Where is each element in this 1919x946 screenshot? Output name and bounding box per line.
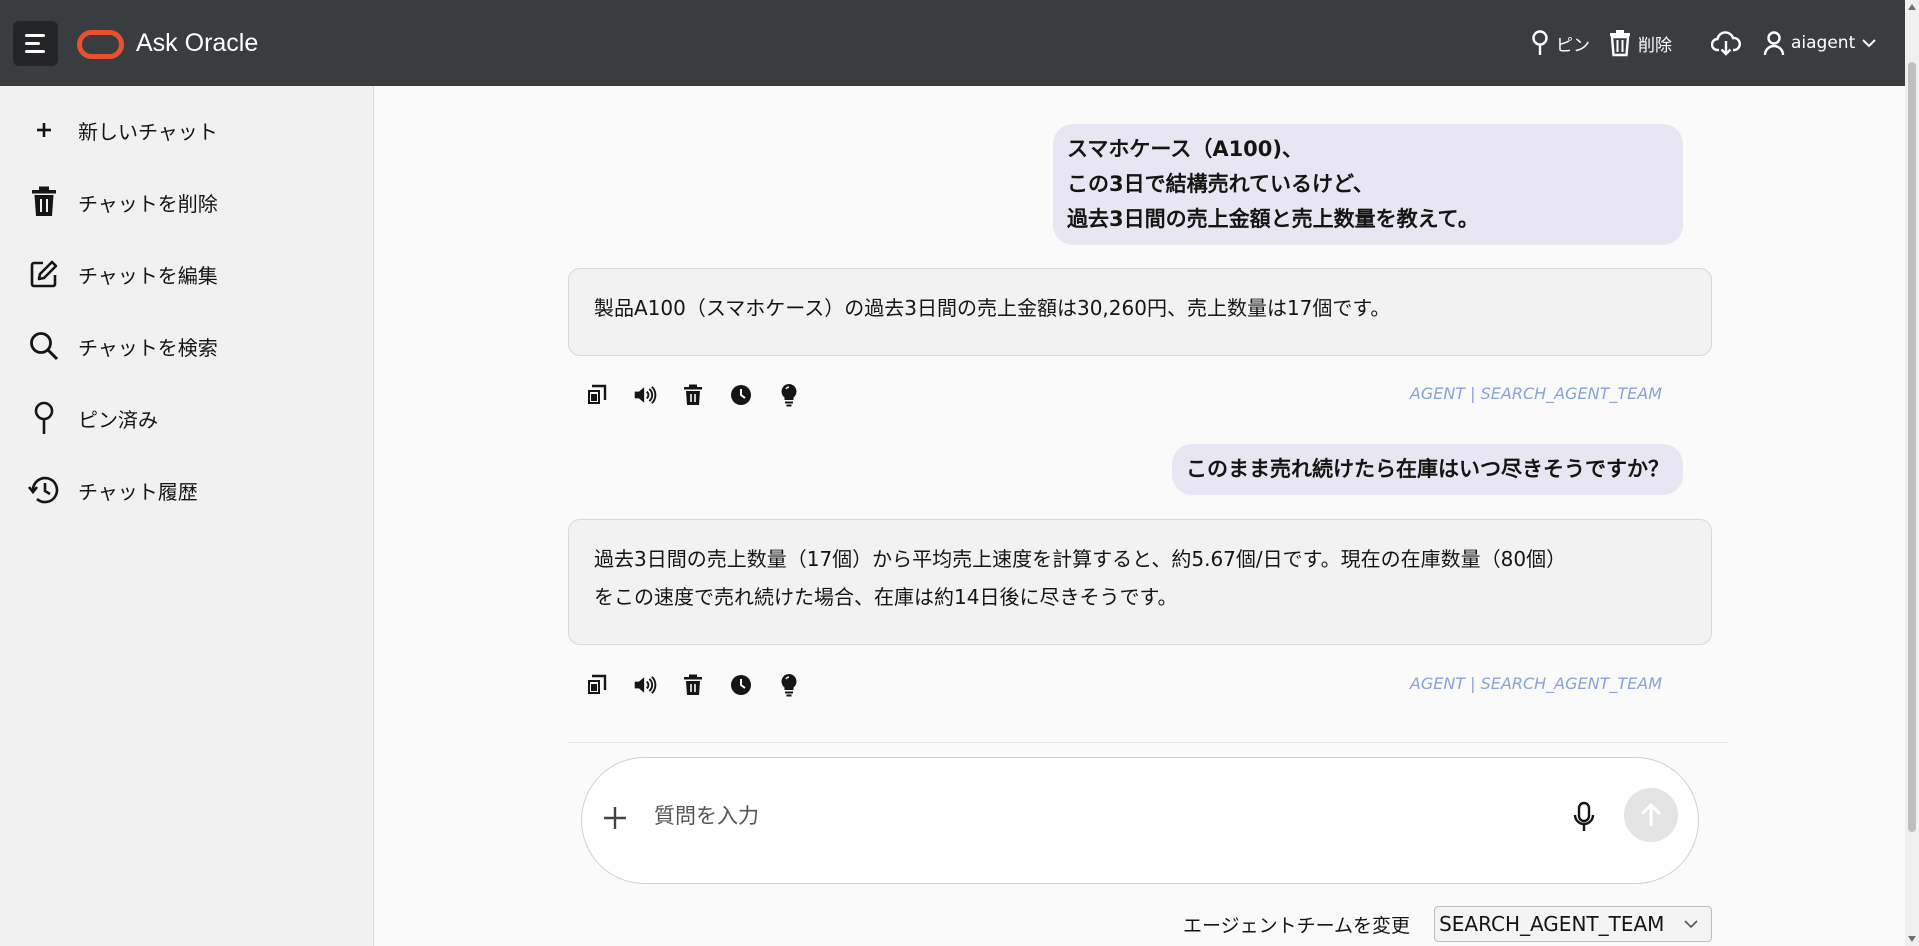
copy-icon[interactable] [585, 383, 609, 407]
sidebar-item-label: チャット履歴 [78, 479, 198, 504]
lightbulb-icon[interactable] [777, 383, 801, 407]
trash-icon[interactable] [681, 383, 705, 407]
trash-icon [26, 184, 62, 220]
message-line: 過去3日間の売上数量（17個）から平均売上速度を計算すると、約5.67個/日です… [594, 547, 1567, 571]
message-line: 過去3日間の売上金額と売上数量を教えて。 [1067, 207, 1479, 231]
message-composer [581, 757, 1699, 884]
chevron-down-icon [1862, 39, 1876, 48]
arrow-up-icon [1640, 802, 1662, 826]
scroll-up-arrow-icon[interactable] [1908, 4, 1916, 10]
user-icon [1763, 31, 1785, 56]
message-line: この3日で結構売れているけど、 [1067, 172, 1374, 196]
sidebar-item-label: チャットを検索 [78, 335, 218, 360]
user-menu[interactable]: aiagent [1763, 28, 1877, 58]
agent-team-selected: SEARCH_AGENT_TEAM [1439, 912, 1665, 936]
chevron-down-icon [1684, 920, 1698, 929]
microphone-icon[interactable] [1569, 800, 1599, 834]
agent-team-label: エージェントチームを変更 [1183, 914, 1411, 937]
sidebar-item-search-chat[interactable]: チャットを検索 [26, 324, 218, 368]
user-message: スマホケース（A100)、 この3日で結構売れているけど、 過去3日間の売上金額… [1053, 124, 1683, 245]
agent-message: 製品A100（スマホケース）の過去3日間の売上金額は30,260円、売上数量は1… [568, 268, 1712, 356]
delete-button[interactable]: 削除 [1608, 28, 1672, 58]
speaker-icon[interactable] [633, 383, 657, 407]
scroll-down-arrow-icon[interactable] [1908, 936, 1916, 942]
agent-team-tag: AGENT | SEARCH_AGENT_TEAM [1409, 384, 1662, 403]
message-line: をこの速度で売れ続けた場合、在庫は約14日後に尽きそうです。 [594, 585, 1178, 609]
pin-icon [1532, 30, 1548, 55]
chat-area: スマホケース（A100)、 この3日で結構売れているけど、 過去3日間の売上金額… [375, 86, 1905, 946]
message-toolbar [585, 670, 801, 700]
message-line: スマホケース（A100)、 [1067, 137, 1304, 161]
app-title: Ask Oracle [136, 29, 259, 57]
speaker-icon[interactable] [633, 673, 657, 697]
sidebar-item-label: チャットを削除 [78, 191, 218, 216]
copy-icon[interactable] [585, 673, 609, 697]
pin-label: ピン [1556, 35, 1590, 56]
sidebar-item-delete-chat[interactable]: チャットを削除 [26, 180, 218, 224]
pin-button[interactable]: ピン [1530, 28, 1590, 58]
menu-toggle-button[interactable] [13, 21, 58, 66]
sidebar-item-pinned[interactable]: ピン済み [26, 396, 158, 440]
agent-team-tag: AGENT | SEARCH_AGENT_TEAM [1409, 674, 1662, 693]
oracle-logo [77, 30, 124, 59]
sidebar-item-history[interactable]: チャット履歴 [26, 468, 198, 512]
agent-team-select[interactable]: SEARCH_AGENT_TEAM [1434, 906, 1713, 942]
clock-icon[interactable] [729, 383, 753, 407]
sidebar-item-edit-chat[interactable]: チャットを編集 [26, 252, 218, 296]
agent-message: 過去3日間の売上数量（17個）から平均売上速度を計算すると、約5.67個/日です… [568, 519, 1712, 645]
question-input[interactable] [654, 798, 1554, 834]
sidebar-item-label: ピン済み [78, 407, 158, 432]
lightbulb-icon[interactable] [777, 673, 801, 697]
trash-icon [1610, 30, 1630, 57]
message-toolbar [585, 380, 801, 410]
scrollbar-thumb[interactable] [1908, 62, 1916, 832]
message-line: 製品A100（スマホケース）の過去3日間の売上金額は30,260円、売上数量は1… [594, 296, 1391, 320]
user-message: このまま売れ続けたら在庫はいつ尽きそうですか？ [1172, 444, 1683, 495]
pin-icon [26, 400, 62, 436]
agent-team-selector-row: エージェントチームを変更 SEARCH_AGENT_TEAM [1183, 906, 1713, 942]
cloud-download-icon [1711, 31, 1741, 56]
history-icon [26, 472, 62, 508]
sidebar: 新しいチャット チャットを削除 チャットを編集 チャットを検索 ピン済み チャッ… [0, 86, 374, 946]
sidebar-item-label: チャットを編集 [78, 263, 218, 288]
trash-icon[interactable] [681, 673, 705, 697]
search-icon [26, 328, 62, 364]
sidebar-item-label: 新しいチャット [78, 119, 218, 144]
menu-icon-bar [25, 50, 45, 53]
attach-plus-icon[interactable] [598, 800, 632, 834]
plus-icon [26, 112, 62, 148]
edit-icon [26, 256, 62, 292]
clock-icon[interactable] [729, 673, 753, 697]
message-line: このまま売れ続けたら在庫はいつ尽きそうですか？ [1186, 457, 1669, 481]
menu-icon [25, 34, 45, 37]
divider [568, 742, 1728, 743]
app-header: Ask Oracle ピン 削除 aiagent [0, 0, 1919, 86]
user-name: aiagent [1791, 33, 1856, 53]
send-button[interactable] [1624, 788, 1678, 842]
sidebar-item-new-chat[interactable]: 新しいチャット [26, 108, 218, 152]
menu-icon-bar [25, 42, 40, 45]
delete-label: 削除 [1638, 35, 1672, 56]
scrollbar[interactable] [1905, 0, 1919, 946]
download-button[interactable] [1711, 28, 1741, 58]
